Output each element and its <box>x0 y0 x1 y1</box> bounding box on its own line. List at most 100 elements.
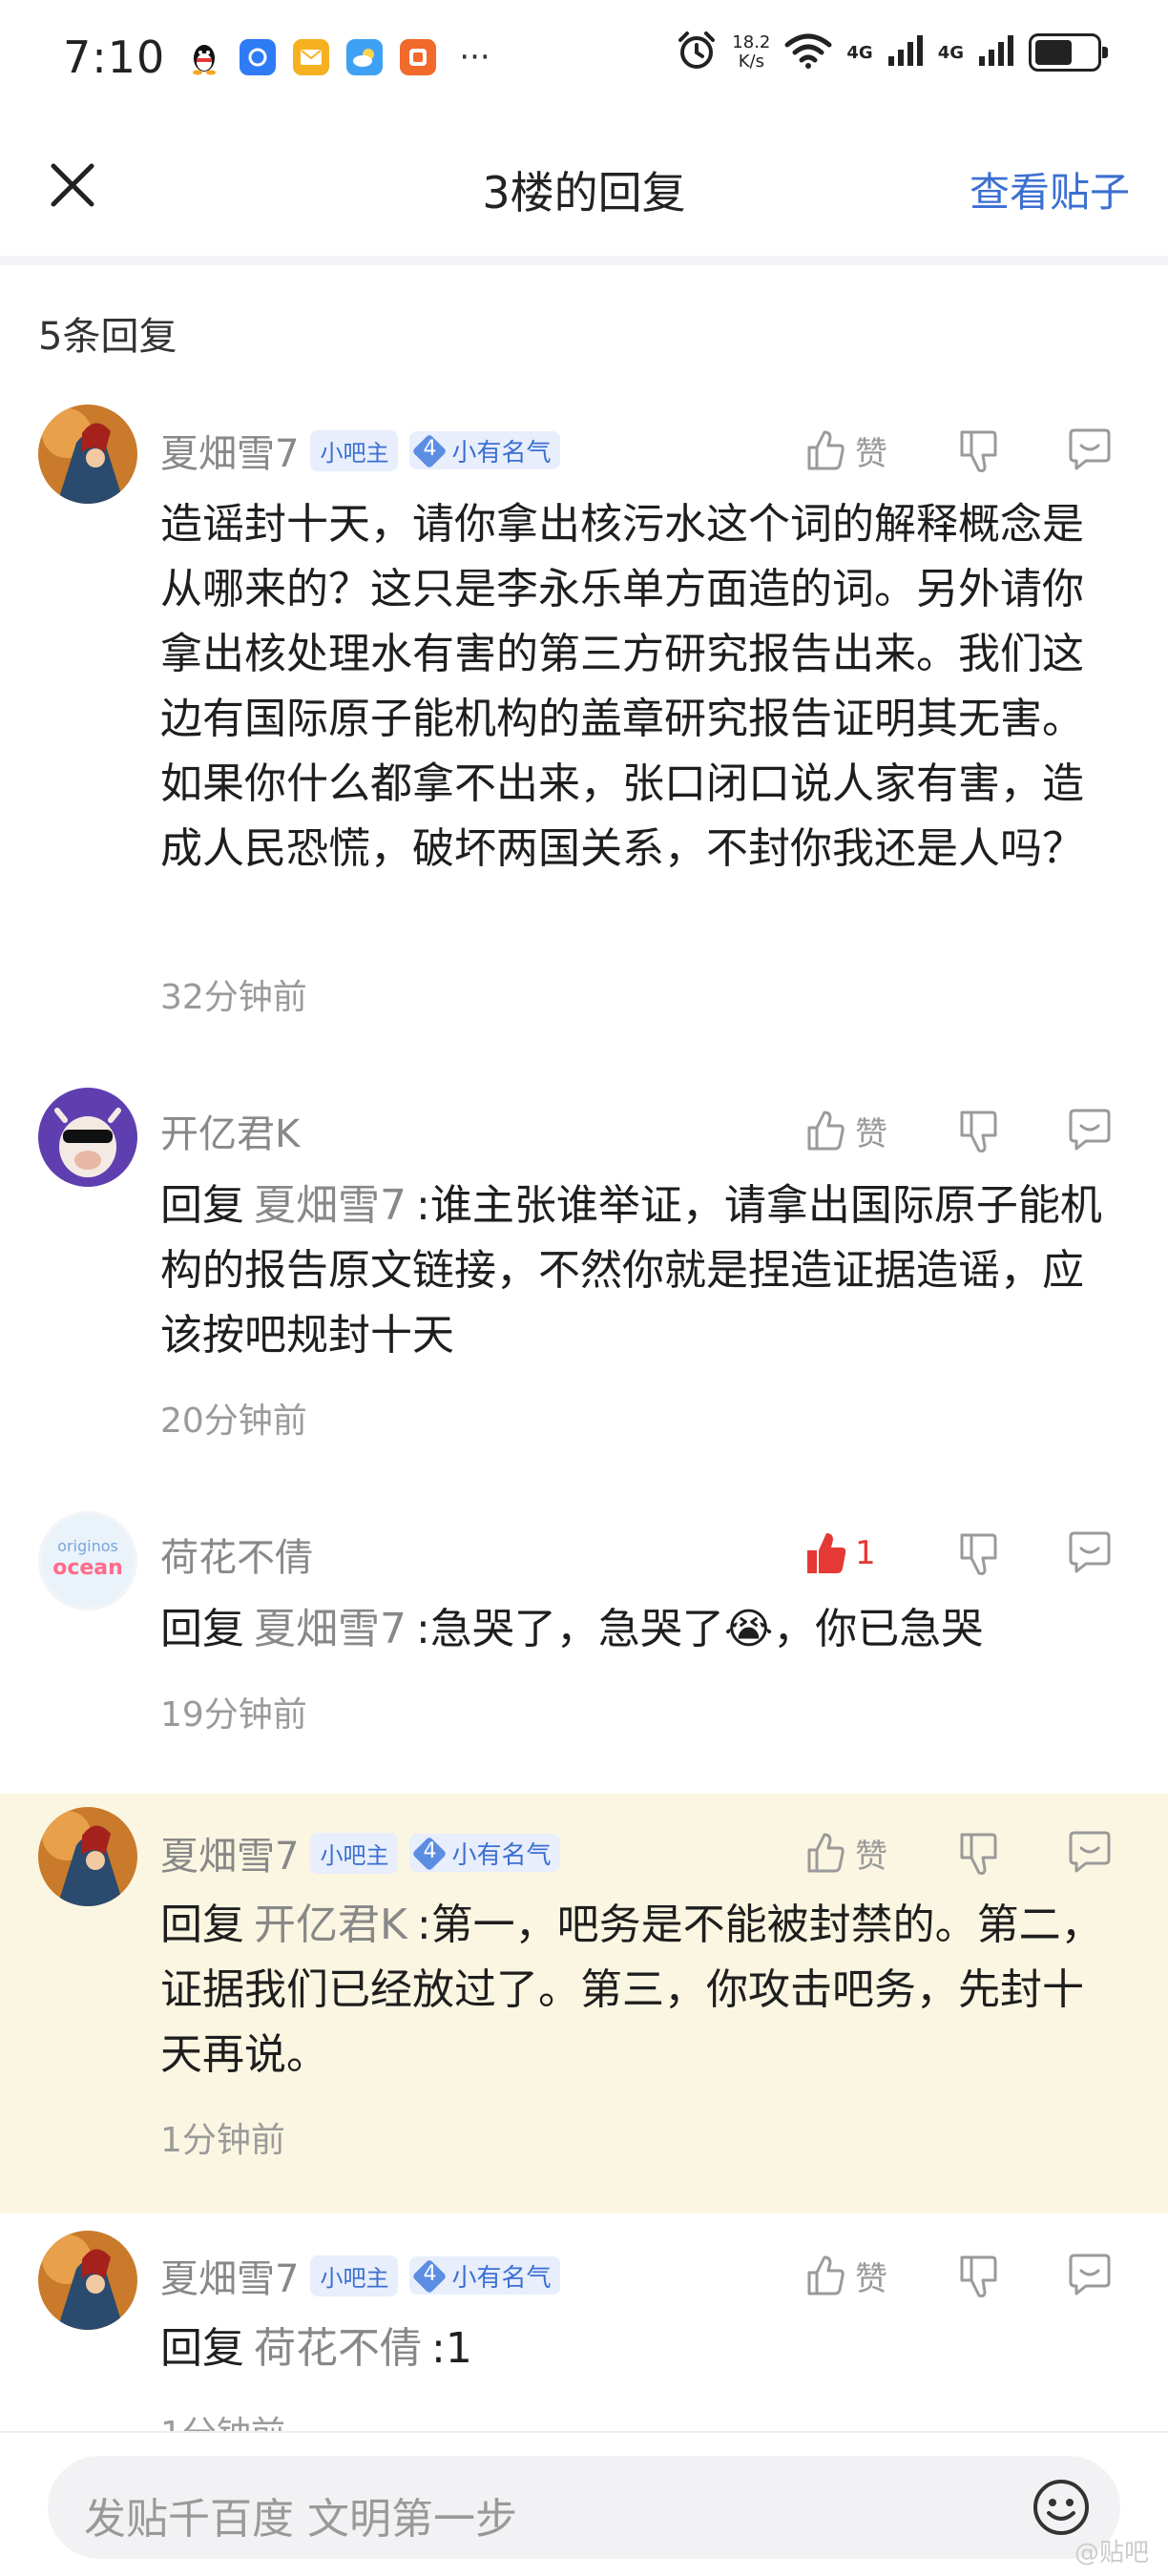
reply-target-user[interactable]: 夏畑雪7 <box>254 1181 407 1230</box>
status-more-icon: ··· <box>459 38 490 76</box>
signal-bars-icon-2 <box>977 33 1015 72</box>
reply-body: :1 <box>431 2324 472 2373</box>
dislike-button[interactable] <box>954 1829 1012 1877</box>
status-bar: 7:10 ··· 18.2 K/s 4G 4G <box>0 0 1168 114</box>
like-button[interactable]: 赞 <box>802 1107 926 1154</box>
comment-time: 19分钟前 <box>160 1695 307 1735</box>
moderator-badge: 小吧主 <box>310 1832 399 1874</box>
dislike-button[interactable] <box>954 1529 1012 1577</box>
comment-item: 夏畑雪7 小吧主 4 小有名气 赞 回复荷花不倩:1 1分钟前 <box>0 2213 1168 2431</box>
comment-text: 回复 夏畑雪7:急哭了，急哭了😭，你已急哭 <box>160 1597 1124 1662</box>
svg-text:ocean: ocean <box>52 1556 123 1580</box>
thumbs-down-icon <box>960 430 997 472</box>
reply-prefix: 回复 <box>160 1181 244 1230</box>
comment-time: 1分钟前 <box>160 2406 285 2431</box>
avatar[interactable] <box>38 1088 137 1187</box>
reply-button[interactable] <box>1065 2252 1122 2299</box>
level-diamond-icon: 4 <box>409 431 448 469</box>
view-post-link[interactable]: 查看贴子 <box>970 160 1130 218</box>
reply-count: 5条回复 <box>38 315 177 359</box>
thumbs-down-icon <box>960 1533 997 1575</box>
level-diamond-icon: 4 <box>409 2256 448 2295</box>
comment-bubble-icon <box>1069 1831 1111 1873</box>
comment-header: 夏畑雪7 小吧主 4 小有名气 <box>160 426 561 476</box>
like-label: 赞 <box>855 1114 887 1153</box>
level-badge: 4 小有名气 <box>409 431 561 469</box>
comment-actions: 赞 <box>802 2247 1122 2304</box>
username[interactable]: 夏畑雪7 <box>160 1825 299 1880</box>
comment-item: 夏畑雪7 小吧主 4 小有名气 赞 造谣封十天，请你拿出核污水这个词的解释概念是… <box>0 382 1168 1049</box>
watermark: @贴吧 <box>1074 2539 1149 2567</box>
thumbs-up-icon <box>807 2255 845 2296</box>
reply-target-user[interactable]: 荷花不倩 <box>254 2324 422 2373</box>
comment-item: originos ocean 荷花不倩 1 回复 夏畑雪7:急哭了，急哭了😭，你已急… <box>0 1488 1168 1794</box>
smiley-icon <box>1033 2480 1089 2535</box>
dislike-button[interactable] <box>954 426 1012 474</box>
mail-icon <box>293 39 330 75</box>
comment-header: 荷花不倩 <box>160 1530 313 1580</box>
comment-actions: 赞 <box>802 1102 1122 1159</box>
comment-time: 32分钟前 <box>160 978 307 1017</box>
comment-header: 夏畑雪7 小吧主 4 小有名气 <box>160 2252 561 2301</box>
bottom-input-bar: 发贴千百度 文明第一步 @贴吧 <box>0 2431 1168 2576</box>
comment-header: 夏畑雪7 小吧主 4 小有名气 <box>160 1829 561 1879</box>
like-button[interactable]: 赞 <box>802 2252 926 2299</box>
post-input-placeholder: 发贴千百度 文明第一步 <box>84 2495 517 2544</box>
reply-body-end: ，你已急哭 <box>773 1605 984 1653</box>
comment-time: 20分钟前 <box>160 1402 307 1441</box>
like-label: 赞 <box>855 434 887 473</box>
comment-text: 回复 荷花不倩:1 <box>160 2316 1124 2381</box>
reply-button[interactable] <box>1065 1107 1122 1154</box>
wifi-icon <box>783 31 833 73</box>
reply-prefix: 回复 <box>160 1901 244 1949</box>
comment-text: 造谣封十天，请你拿出核污水这个词的解释概念是从哪来的？这只是李永乐单方面造的词。… <box>160 500 1084 873</box>
battery-icon <box>1029 33 1108 72</box>
comment-bubble-icon <box>1069 1109 1111 1151</box>
comment-actions: 赞 <box>802 422 1122 479</box>
net-speed: 18.2 K/s <box>732 32 771 72</box>
qq-icon <box>186 39 222 75</box>
header: 3楼的回复 查看贴子 <box>0 124 1168 248</box>
like-button[interactable]: 赞 <box>802 426 926 474</box>
moderator-badge: 小吧主 <box>310 429 399 471</box>
username[interactable]: 夏畑雪7 <box>160 423 299 478</box>
moderator-badge: 小吧主 <box>310 2254 399 2296</box>
avatar[interactable] <box>38 1807 137 1906</box>
reply-target-user[interactable]: 开亿君K <box>254 1901 407 1949</box>
signal-bars-icon <box>886 33 925 72</box>
thumbs-up-icon <box>807 1833 845 1873</box>
like-button[interactable]: 赞 <box>802 1829 926 1877</box>
reply-target-user[interactable]: 夏畑雪7 <box>254 1605 407 1653</box>
dislike-button[interactable] <box>954 2252 1012 2299</box>
thumbs-up-icon <box>807 1111 845 1151</box>
comment-item-highlighted: 夏畑雪7 小吧主 4 小有名气 赞 回复 开亿君K:第一，吧务是不能被封禁的。第二… <box>0 1794 1168 2213</box>
avatar[interactable]: originos ocean <box>38 1511 137 1610</box>
level-badge: 4 小有名气 <box>409 1834 561 1872</box>
reply-button[interactable] <box>1065 1529 1122 1577</box>
comment-text: 回复 开亿君K:第一，吧务是不能被封禁的。第二，证据我们已经放过了。第三，你攻击吧… <box>160 1893 1124 2088</box>
username[interactable]: 荷花不倩 <box>160 1527 313 1582</box>
post-input[interactable]: 发贴千百度 文明第一步 <box>48 2456 1120 2559</box>
reply-body: :急哭了，急哭了 <box>416 1605 724 1653</box>
status-indicators: 18.2 K/s 4G 4G <box>675 29 1108 76</box>
reply-button[interactable] <box>1065 1829 1122 1877</box>
comment-text: 回复 夏畑雪7:谁主张谁举证，请拿出国际原子能机构的报告原文链接，不然你就是捏造证… <box>160 1174 1124 1368</box>
signal-4g-label-2: 4G <box>937 42 964 63</box>
thumbs-down-icon <box>960 1833 997 1875</box>
username[interactable]: 夏畑雪7 <box>160 2248 299 2303</box>
emoji-button[interactable] <box>1031 2477 1092 2538</box>
reply-prefix: 回复 <box>160 2324 244 2373</box>
avatar[interactable] <box>38 405 137 504</box>
username[interactable]: 开亿君K <box>160 1103 300 1158</box>
comment-actions: 1 <box>802 1525 1122 1582</box>
status-time: 7:10 <box>63 31 166 83</box>
like-button-active[interactable]: 1 <box>802 1529 926 1577</box>
alarm-icon <box>675 29 719 76</box>
avatar[interactable] <box>38 2231 137 2330</box>
level-badge: 4 小有名气 <box>409 2256 561 2295</box>
reply-button[interactable] <box>1065 426 1122 474</box>
comment-actions: 赞 <box>802 1824 1122 1881</box>
dislike-button[interactable] <box>954 1107 1012 1154</box>
header-divider <box>0 256 1168 265</box>
weather-icon <box>346 39 384 75</box>
